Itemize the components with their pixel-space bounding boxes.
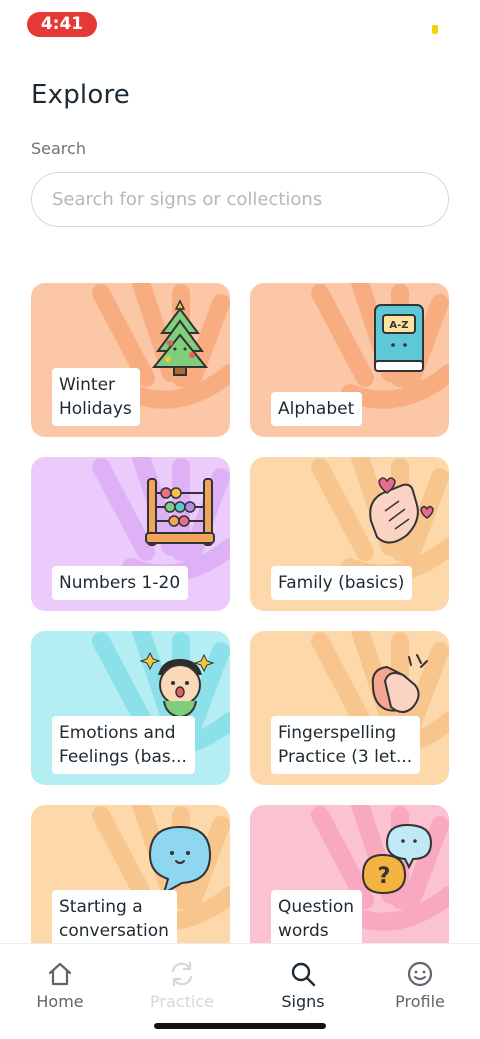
home-indicator — [154, 1023, 326, 1029]
svg-text:?: ? — [378, 864, 391, 889]
status-bar: 4:41 — [0, 0, 480, 50]
tab-label: Practice — [150, 992, 214, 1011]
search-icon — [291, 962, 316, 987]
status-time: 4:41 — [27, 12, 97, 37]
hands-heart-icon — [369, 477, 434, 544]
card-label: Numbers 1-20 — [52, 566, 189, 600]
card-label: Fingerspelling Practice (3 let... — [271, 716, 421, 774]
home-icon — [48, 962, 72, 986]
search-label: Search — [31, 139, 86, 158]
collection-card-question-words[interactable]: ? Question words — [250, 805, 449, 943]
abacus-icon — [145, 478, 215, 546]
search-field[interactable] — [31, 172, 449, 227]
question-bubble-icon: ? — [361, 823, 433, 895]
tab-profile[interactable]: Profile — [360, 960, 480, 1011]
search-input[interactable] — [32, 173, 448, 226]
tab-label: Profile — [395, 992, 445, 1011]
collection-card-family[interactable]: Family (basics) — [250, 457, 449, 611]
card-label: Starting a conversation — [52, 890, 177, 943]
tab-label: Signs — [281, 992, 325, 1011]
recording-indicator — [432, 25, 438, 34]
page-title: Explore — [31, 80, 130, 110]
collection-card-alphabet[interactable]: A-Z Alphabet — [250, 283, 449, 437]
book-az-icon: A-Z — [374, 304, 424, 372]
smiley-icon — [407, 961, 433, 987]
happy-face-icon — [140, 651, 215, 719]
collections-grid: Winter Holidays A-Z Alphabet Numbers 1-2… — [31, 283, 449, 943]
collection-card-conversation[interactable]: Starting a conversation — [31, 805, 230, 943]
tab-label: Home — [36, 992, 84, 1011]
collection-card-fingerspelling[interactable]: Fingerspelling Practice (3 let... — [250, 631, 449, 785]
collection-card-winter-holidays[interactable]: Winter Holidays — [31, 283, 230, 437]
refresh-icon — [171, 961, 193, 987]
svg-text:A-Z: A-Z — [389, 320, 408, 331]
card-label: Winter Holidays — [52, 368, 140, 426]
tab-signs[interactable]: Signs — [243, 960, 363, 1011]
card-label: Question words — [271, 890, 363, 943]
card-label: Alphabet — [271, 392, 363, 426]
collection-card-numbers[interactable]: Numbers 1-20 — [31, 457, 230, 611]
clapping-hands-icon — [371, 654, 428, 713]
card-label: Emotions and Feelings (bas... — [52, 716, 195, 774]
tab-home[interactable]: Home — [0, 960, 120, 1011]
tab-practice[interactable]: Practice — [122, 960, 242, 1011]
christmas-tree-icon — [151, 299, 209, 376]
card-label: Family (basics) — [271, 566, 413, 600]
collection-card-emotions[interactable]: Emotions and Feelings (bas... — [31, 631, 230, 785]
speech-bubble-icon — [148, 825, 212, 896]
